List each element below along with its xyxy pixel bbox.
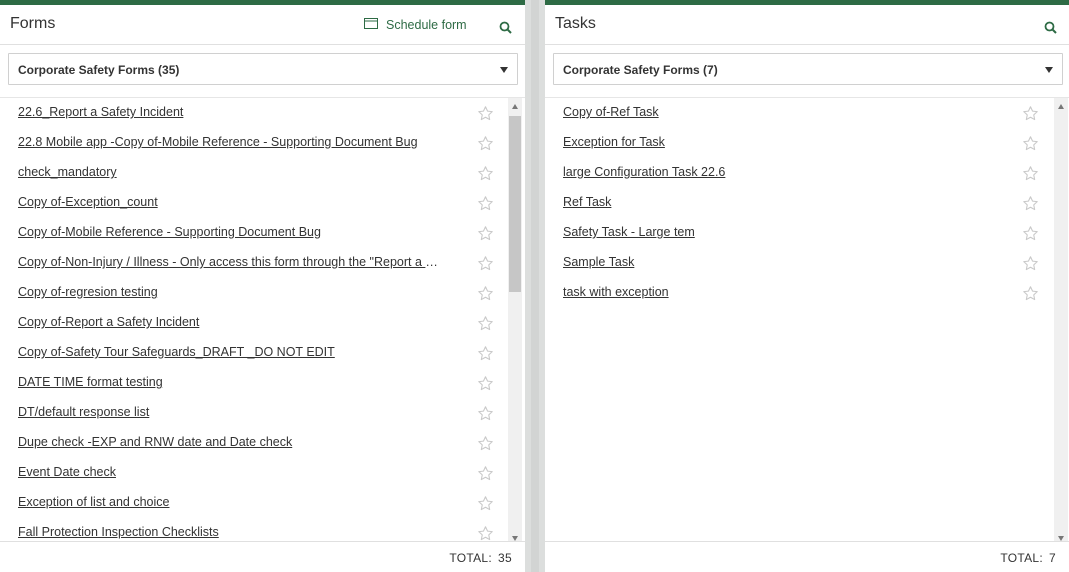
star-outline-icon[interactable] xyxy=(477,315,494,332)
form-item-link[interactable]: 22.8 Mobile app -Copy of-Mobile Referenc… xyxy=(18,135,444,149)
star-outline-icon[interactable] xyxy=(477,225,494,242)
caret-down-icon xyxy=(1045,67,1053,73)
form-list-item: 22.6_Report a Safety Incident xyxy=(0,98,525,128)
forms-total-value: 35 xyxy=(498,551,512,565)
tasks-category-value: Corporate Safety Forms (7) xyxy=(563,63,718,77)
form-item-link[interactable]: Copy of-Non-Injury / Illness - Only acce… xyxy=(18,255,444,269)
form-list-item: Dupe check -EXP and RNW date and Date ch… xyxy=(0,428,525,458)
scroll-up-icon[interactable] xyxy=(1058,104,1064,109)
forms-category-select[interactable]: Corporate Safety Forms (35) xyxy=(8,53,518,85)
form-item-link[interactable]: Copy of-Mobile Reference - Supporting Do… xyxy=(18,225,444,239)
form-item-link[interactable]: check_mandatory xyxy=(18,165,444,179)
form-list-item: Copy of-regresion testing xyxy=(0,278,525,308)
form-item-link[interactable]: Copy of-regresion testing xyxy=(18,285,444,299)
tasks-category-select[interactable]: Corporate Safety Forms (7) xyxy=(553,53,1063,85)
tasks-scrollbar[interactable] xyxy=(1054,98,1068,545)
task-item-link[interactable]: Sample Task xyxy=(563,255,1003,269)
star-outline-icon[interactable] xyxy=(477,405,494,422)
task-item-link[interactable]: large Configuration Task 22.6 xyxy=(563,165,1003,179)
task-list-item: Sample Task xyxy=(545,248,1069,278)
star-outline-icon[interactable] xyxy=(1022,285,1039,302)
form-list-item: Copy of-Non-Injury / Illness - Only acce… xyxy=(0,248,525,278)
scroll-up-icon[interactable] xyxy=(512,104,518,109)
star-outline-icon[interactable] xyxy=(477,345,494,362)
forms-scrollbar[interactable] xyxy=(508,98,522,545)
form-item-link[interactable]: Copy of-Exception_count xyxy=(18,195,444,209)
tasks-panel: Tasks Corporate Safety Forms (7) Copy of… xyxy=(545,0,1069,572)
form-item-link[interactable]: Exception of list and choice xyxy=(18,495,444,509)
star-outline-icon[interactable] xyxy=(1022,195,1039,212)
tasks-total-label: TOTAL: xyxy=(1000,551,1044,565)
form-list-item: DATE TIME format testing xyxy=(0,368,525,398)
forms-header: Forms Schedule form xyxy=(0,5,525,45)
star-outline-icon[interactable] xyxy=(477,375,494,392)
form-list-item: Copy of-Report a Safety Incident xyxy=(0,308,525,338)
forms-footer: TOTAL: 35 xyxy=(0,541,525,572)
search-icon[interactable] xyxy=(1044,21,1058,35)
form-list-item: Copy of-Mobile Reference - Supporting Do… xyxy=(0,218,525,248)
star-outline-icon[interactable] xyxy=(477,435,494,452)
tasks-header: Tasks xyxy=(545,5,1069,45)
task-list-item: large Configuration Task 22.6 xyxy=(545,158,1069,188)
tasks-title: Tasks xyxy=(555,15,596,32)
form-item-link[interactable]: Event Date check xyxy=(18,465,444,479)
form-list-item: Copy of-Exception_count xyxy=(0,188,525,218)
tasks-footer: TOTAL: 7 xyxy=(545,541,1069,572)
task-list-item: Safety Task - Large tem xyxy=(545,218,1069,248)
forms-list: 22.6_Report a Safety Incident 22.8 Mobile… xyxy=(0,97,525,545)
form-item-link[interactable]: DATE TIME format testing xyxy=(18,375,444,389)
caret-down-icon xyxy=(500,67,508,73)
star-outline-icon[interactable] xyxy=(1022,105,1039,122)
search-icon[interactable] xyxy=(499,21,513,35)
form-list-item: 22.8 Mobile app -Copy of-Mobile Referenc… xyxy=(0,128,525,158)
panel-splitter[interactable] xyxy=(525,0,545,572)
schedule-form-label: Schedule form xyxy=(386,17,467,32)
forms-title: Forms xyxy=(10,15,56,32)
forms-panel: Forms Schedule form Corporate Safety For… xyxy=(0,0,525,572)
form-list-item: Exception of list and choice xyxy=(0,488,525,518)
form-list-item: Copy of-Safety Tour Safeguards_DRAFT _DO… xyxy=(0,338,525,368)
star-outline-icon[interactable] xyxy=(1022,225,1039,242)
task-list-item: Exception for Task xyxy=(545,128,1069,158)
schedule-form-button[interactable]: Schedule form xyxy=(364,17,467,32)
scrollbar-thumb[interactable] xyxy=(509,116,521,292)
forms-total-label: TOTAL: xyxy=(449,551,493,565)
form-item-link[interactable]: 22.6_Report a Safety Incident xyxy=(18,105,444,119)
tasks-total: TOTAL: 7 xyxy=(1000,551,1056,565)
star-outline-icon[interactable] xyxy=(477,105,494,122)
task-item-link[interactable]: Copy of-Ref Task xyxy=(563,105,1003,119)
form-item-link[interactable]: Dupe check -EXP and RNW date and Date ch… xyxy=(18,435,444,449)
star-outline-icon[interactable] xyxy=(477,135,494,152)
task-item-link[interactable]: task with exception xyxy=(563,285,1003,299)
form-item-link[interactable]: Fall Protection Inspection Checklists xyxy=(18,525,444,539)
task-list-item: Copy of-Ref Task xyxy=(545,98,1069,128)
task-list-item: Ref Task xyxy=(545,188,1069,218)
form-item-link[interactable]: Copy of-Report a Safety Incident xyxy=(18,315,444,329)
task-item-link[interactable]: Safety Task - Large tem xyxy=(563,225,1003,239)
tasks-total-value: 7 xyxy=(1049,551,1056,565)
star-outline-icon[interactable] xyxy=(1022,135,1039,152)
star-outline-icon[interactable] xyxy=(477,195,494,212)
form-item-link[interactable]: DT/default response list xyxy=(18,405,444,419)
star-outline-icon[interactable] xyxy=(1022,165,1039,182)
star-outline-icon[interactable] xyxy=(477,495,494,512)
tasks-list: Copy of-Ref Task Exception for Task large … xyxy=(545,97,1069,545)
star-outline-icon[interactable] xyxy=(477,165,494,182)
star-outline-icon[interactable] xyxy=(477,525,494,542)
task-item-link[interactable]: Exception for Task xyxy=(563,135,1003,149)
star-outline-icon[interactable] xyxy=(477,285,494,302)
star-outline-icon[interactable] xyxy=(477,255,494,272)
calendar-icon xyxy=(364,17,378,32)
task-item-link[interactable]: Ref Task xyxy=(563,195,1003,209)
star-outline-icon[interactable] xyxy=(1022,255,1039,272)
forms-total: TOTAL: 35 xyxy=(449,551,512,565)
forms-category-value: Corporate Safety Forms (35) xyxy=(18,63,180,77)
task-list-item: task with exception xyxy=(545,278,1069,308)
form-list-item: check_mandatory xyxy=(0,158,525,188)
form-item-link[interactable]: Copy of-Safety Tour Safeguards_DRAFT _DO… xyxy=(18,345,444,359)
form-list-item: Event Date check xyxy=(0,458,525,488)
form-list-item: DT/default response list xyxy=(0,398,525,428)
star-outline-icon[interactable] xyxy=(477,465,494,482)
